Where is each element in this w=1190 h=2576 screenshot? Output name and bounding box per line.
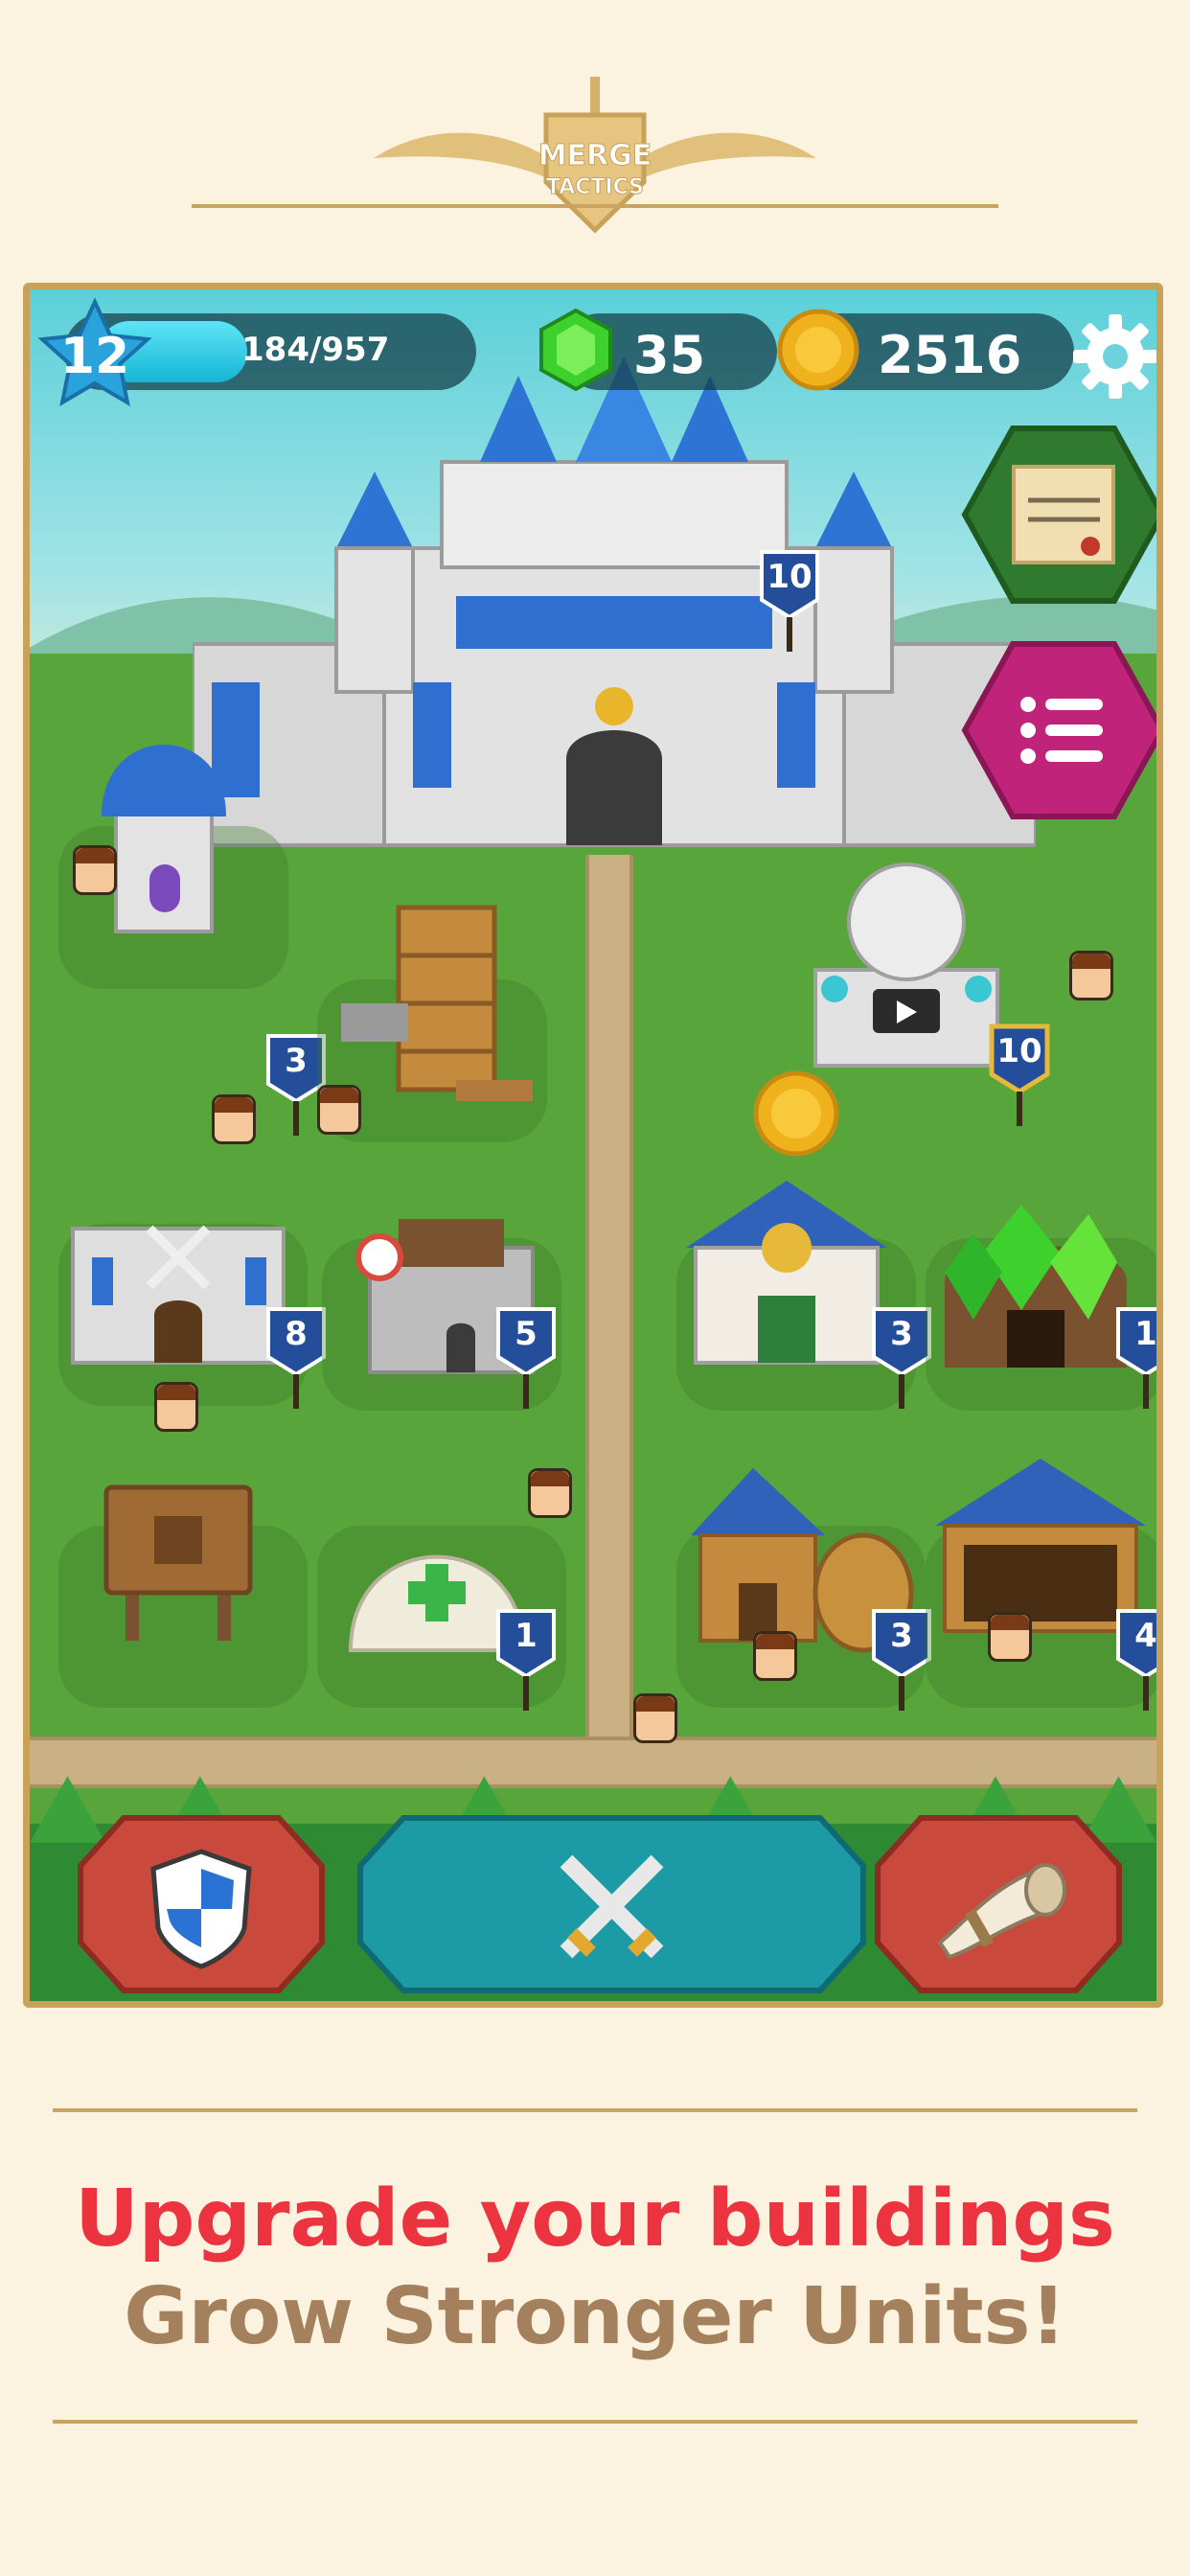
statue-level-banner: 10: [988, 1023, 1051, 1128]
decorative-rule: [53, 2108, 1137, 2112]
quest-scroll-button[interactable]: [961, 424, 1163, 606]
menu-icon: [1020, 697, 1103, 764]
gem-icon: [539, 308, 612, 392]
game-viewport[interactable]: 10 3 10 8 5 3 1 1 3 4 184/957 12 35 2516: [23, 283, 1163, 2008]
svg-text:TACTICS: TACTICS: [546, 175, 644, 199]
unit-figure[interactable]: [154, 1382, 198, 1432]
castle-level: 10: [767, 558, 812, 596]
coin-icon: [777, 309, 859, 391]
decorative-rule: [53, 2420, 1137, 2424]
workshop[interactable]: [332, 888, 542, 1118]
unit-figure[interactable]: [633, 1693, 677, 1743]
dirt-road: [585, 855, 633, 1756]
menu-button[interactable]: [961, 639, 1163, 821]
gem-mine[interactable]: [926, 1195, 1146, 1387]
unit-figure[interactable]: [753, 1631, 797, 1681]
unit-figure[interactable]: [73, 845, 117, 895]
gem-count: 35: [633, 325, 706, 385]
headline: Upgrade your buildings: [75, 2174, 1115, 2265]
coin-count: 2516: [878, 325, 1022, 385]
unit-figure[interactable]: [528, 1468, 572, 1518]
unit-figure[interactable]: [212, 1094, 256, 1144]
gem-mine-level-banner: 1: [1114, 1305, 1156, 1411]
archery-range-level-banner: 5: [494, 1305, 558, 1411]
battle-button[interactable]: [355, 1813, 868, 1995]
storage-sign[interactable]: [97, 1468, 260, 1650]
unit-figure[interactable]: [1069, 951, 1113, 1000]
coin-collect-icon[interactable]: [753, 1070, 839, 1157]
town-hall-level-banner: 3: [870, 1305, 933, 1411]
player-level: 12: [59, 328, 130, 385]
game-logo: MERGE TACTICS: [364, 77, 826, 240]
town-hall[interactable]: [676, 1142, 897, 1392]
hospital-level-banner: 1: [494, 1607, 558, 1713]
unit-figure[interactable]: [988, 1612, 1032, 1662]
subheadline: Grow Stronger Units!: [124, 2271, 1066, 2362]
gear-icon[interactable]: [1069, 310, 1161, 402]
tavern-level-banner: 3: [870, 1607, 933, 1713]
castle[interactable]: [193, 356, 1036, 893]
svg-text:MERGE: MERGE: [538, 139, 652, 172]
defense-button[interactable]: [76, 1813, 327, 1995]
decorative-rule: [192, 204, 998, 208]
ad-statue[interactable]: [796, 845, 1017, 1085]
castle-level-banner: 10: [758, 548, 821, 654]
unit-figure[interactable]: [317, 1085, 361, 1135]
stable-level-banner: 4: [1114, 1607, 1156, 1713]
wizard-tower[interactable]: [82, 711, 245, 941]
barracks-level-banner: 8: [264, 1305, 328, 1411]
barracks[interactable]: [63, 1190, 293, 1392]
xp-text: 184/957: [241, 331, 390, 369]
summon-horn-button[interactable]: [873, 1813, 1124, 1995]
